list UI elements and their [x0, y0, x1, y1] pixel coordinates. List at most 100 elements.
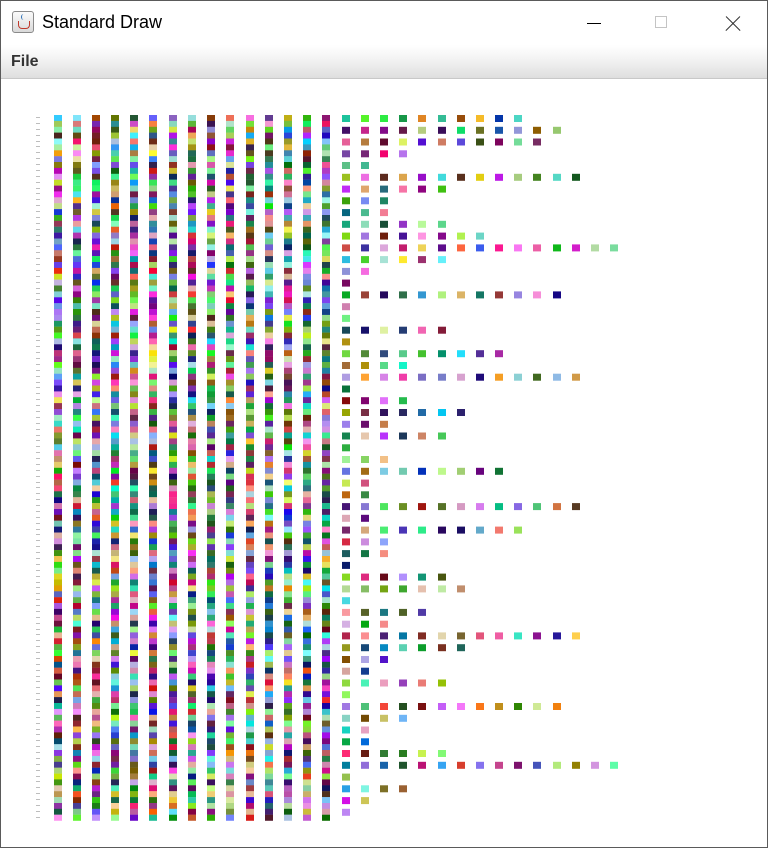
color-square [188, 444, 196, 451]
color-square [169, 132, 177, 139]
color-square [380, 209, 388, 217]
color-square [73, 303, 81, 310]
color-square [207, 320, 215, 327]
color-square [495, 467, 503, 475]
color-square [265, 326, 273, 333]
color-square [322, 297, 330, 304]
color-square [130, 526, 138, 533]
color-square [246, 197, 254, 204]
color-square [149, 520, 157, 527]
color-square [226, 397, 234, 404]
color-square [226, 761, 234, 768]
color-square [169, 185, 177, 192]
color-square [399, 350, 407, 358]
color-square [92, 203, 100, 210]
color-square [73, 420, 81, 427]
color-square [284, 603, 292, 610]
color-square [418, 573, 426, 581]
color-square [322, 767, 330, 774]
color-square [188, 156, 196, 163]
color-square [54, 544, 62, 551]
color-square [169, 379, 177, 386]
color-square [169, 373, 177, 380]
color-square [169, 126, 177, 133]
color-square [284, 238, 292, 245]
color-square [130, 220, 138, 227]
color-square [246, 461, 254, 468]
color-square [149, 262, 157, 269]
color-square [246, 726, 254, 733]
color-square [130, 238, 138, 245]
color-square [303, 591, 311, 598]
color-square [514, 761, 522, 769]
color-square [207, 179, 215, 186]
color-square [207, 779, 215, 786]
color-square [207, 344, 215, 351]
color-square [342, 573, 350, 581]
color-square [73, 567, 81, 574]
color-square [361, 220, 369, 228]
color-square [169, 438, 177, 445]
color-square [54, 185, 62, 192]
color-square [303, 309, 311, 316]
color-square [54, 750, 62, 757]
color-square [207, 673, 215, 680]
color-square [476, 291, 484, 299]
color-square [361, 173, 369, 181]
color-square [188, 738, 196, 745]
java-cup-icon[interactable] [12, 11, 34, 33]
color-square [92, 626, 100, 633]
color-square [246, 738, 254, 745]
color-square [92, 685, 100, 692]
drawing-canvas[interactable] [1, 81, 767, 847]
color-square [284, 614, 292, 621]
color-square [246, 644, 254, 651]
color-square [342, 750, 350, 757]
color-square [246, 132, 254, 139]
color-square [54, 497, 62, 504]
color-square [284, 761, 292, 768]
minimize-icon[interactable] [571, 1, 617, 45]
close-icon[interactable] [709, 1, 755, 45]
title-bar[interactable]: Standard Draw [1, 1, 767, 45]
maximize-icon[interactable] [639, 1, 685, 45]
color-square [188, 791, 196, 798]
color-square [111, 115, 119, 122]
color-square [54, 309, 62, 316]
color-square [111, 291, 119, 298]
color-square [149, 579, 157, 586]
color-square [246, 691, 254, 698]
color-square [111, 209, 119, 216]
color-square [54, 567, 62, 574]
menu-file[interactable]: File [11, 53, 39, 71]
color-square [303, 526, 311, 533]
color-square [246, 314, 254, 321]
color-square [322, 291, 330, 298]
color-square [188, 367, 196, 374]
color-square [92, 238, 100, 245]
color-square [111, 438, 119, 445]
color-square [226, 556, 234, 563]
color-square [111, 303, 119, 310]
color-square [226, 497, 234, 504]
color-square [284, 755, 292, 762]
color-square [188, 209, 196, 216]
color-square [54, 608, 62, 615]
color-square [342, 115, 350, 122]
color-square [303, 603, 311, 610]
color-square [265, 467, 273, 474]
color-square [303, 650, 311, 657]
color-square [92, 479, 100, 486]
color-square [265, 215, 273, 222]
color-square [207, 603, 215, 610]
color-square [476, 138, 484, 146]
color-square [130, 703, 138, 710]
color-square [226, 373, 234, 380]
color-square [130, 250, 138, 257]
color-square [130, 514, 138, 521]
color-square [111, 285, 119, 292]
color-square [322, 656, 330, 663]
color-square [130, 362, 138, 369]
color-square [265, 703, 273, 710]
color-square [188, 667, 196, 674]
